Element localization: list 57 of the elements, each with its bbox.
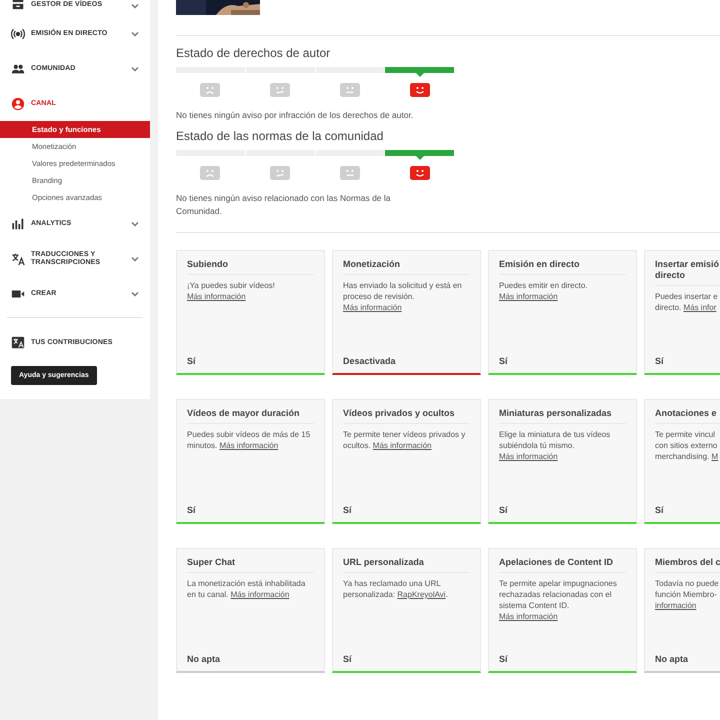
card-description: Te permite vincul con sitios externo merchandising. M — [655, 429, 720, 462]
link[interactable]: información — [655, 601, 696, 610]
card-status: Sí — [655, 356, 665, 366]
card-description: Puedes insertar e directo. Más infor — [655, 291, 719, 313]
link[interactable]: Más infor — [683, 303, 716, 312]
status-message: No tienes ningún aviso por infracción de los derechos de autor. — [176, 109, 414, 122]
card-title: Subiendo — [187, 259, 314, 275]
card-title: Miniaturas personalizadas — [499, 408, 626, 424]
card-description: Puedes subir vídeos de más de 15 minutos. Más información — [187, 429, 312, 451]
person-icon — [11, 96, 25, 110]
link[interactable]: RapKreyolAvi — [397, 590, 446, 599]
card-description: Ya has reclamado una URL personalizada: RapKreyolAvi. — [343, 578, 449, 600]
link[interactable]: Más información — [187, 292, 246, 301]
card-description: Puedes emitir en directo. Más información — [499, 280, 588, 302]
card-status: Sí — [499, 654, 509, 664]
card-status: Sí — [343, 654, 353, 664]
bar-chart-icon — [11, 216, 25, 230]
card-description: ¡Ya puedes subir vídeos! Más información — [187, 280, 276, 302]
card-description: Has enviado la solicitud y está en proceso de revisión. Más información — [343, 280, 463, 313]
card-title: Insertar emisió directo — [655, 259, 720, 286]
card-title: Vídeos privados y ocultos — [343, 408, 470, 424]
card-status: Sí — [343, 505, 353, 515]
card-title: Apelaciones de Content ID — [499, 557, 626, 573]
card-status: Sí — [187, 505, 197, 515]
chevron-down-icon[interactable] — [130, 1, 140, 11]
translate-icon — [11, 336, 25, 350]
section-heading: Estado de las normas de la comunidad — [176, 129, 384, 143]
link[interactable]: Más información — [499, 612, 558, 621]
status-message: No tienes ningún aviso relacionado con las Normas de la Comunidad. — [176, 192, 392, 218]
card-title: Miembros del c — [655, 557, 720, 573]
link[interactable]: M — [711, 452, 718, 461]
card-title: Anotaciones e — [655, 408, 720, 424]
card-description: Te permite tener vídeos privados y ocultos. Más información — [343, 429, 466, 451]
card-status: Sí — [187, 356, 197, 366]
translate-icon — [11, 252, 25, 266]
card-title: Vídeos de mayor duración — [187, 408, 314, 424]
card-title: URL personalizada — [343, 557, 470, 573]
card-status: Sí — [499, 356, 509, 366]
card-description: Todavía no puede función Miembro- información — [655, 578, 720, 611]
link[interactable]: Más información — [372, 441, 432, 450]
link[interactable]: Más información — [499, 452, 558, 461]
link[interactable]: Más información — [230, 590, 290, 599]
card-status: Sí — [499, 505, 509, 515]
card-status: No apta — [187, 654, 222, 664]
card-title: Super Chat — [187, 557, 314, 573]
card-status: Desactivada — [343, 356, 397, 366]
card-title: Monetización — [343, 259, 470, 275]
card-title: Emisión en directo — [499, 259, 626, 275]
card-description: La monetización está inhabilitada en tu canal. Más información — [187, 578, 306, 600]
section-heading: Estado de derechos de autor — [176, 46, 332, 60]
broadcast-icon — [11, 26, 25, 40]
link[interactable]: Más información — [499, 292, 558, 301]
card-status: No apta — [655, 654, 690, 664]
link[interactable]: Más información — [219, 441, 278, 450]
card-description: Te permite apelar impugnaciones rechazadas relacionadas con el sistema Content ID. Más información — [499, 578, 618, 622]
card-status: Sí — [655, 505, 665, 515]
card-description: Elige la miniatura de tus vídeos subiéndola tú mismo. Más información — [499, 429, 612, 462]
